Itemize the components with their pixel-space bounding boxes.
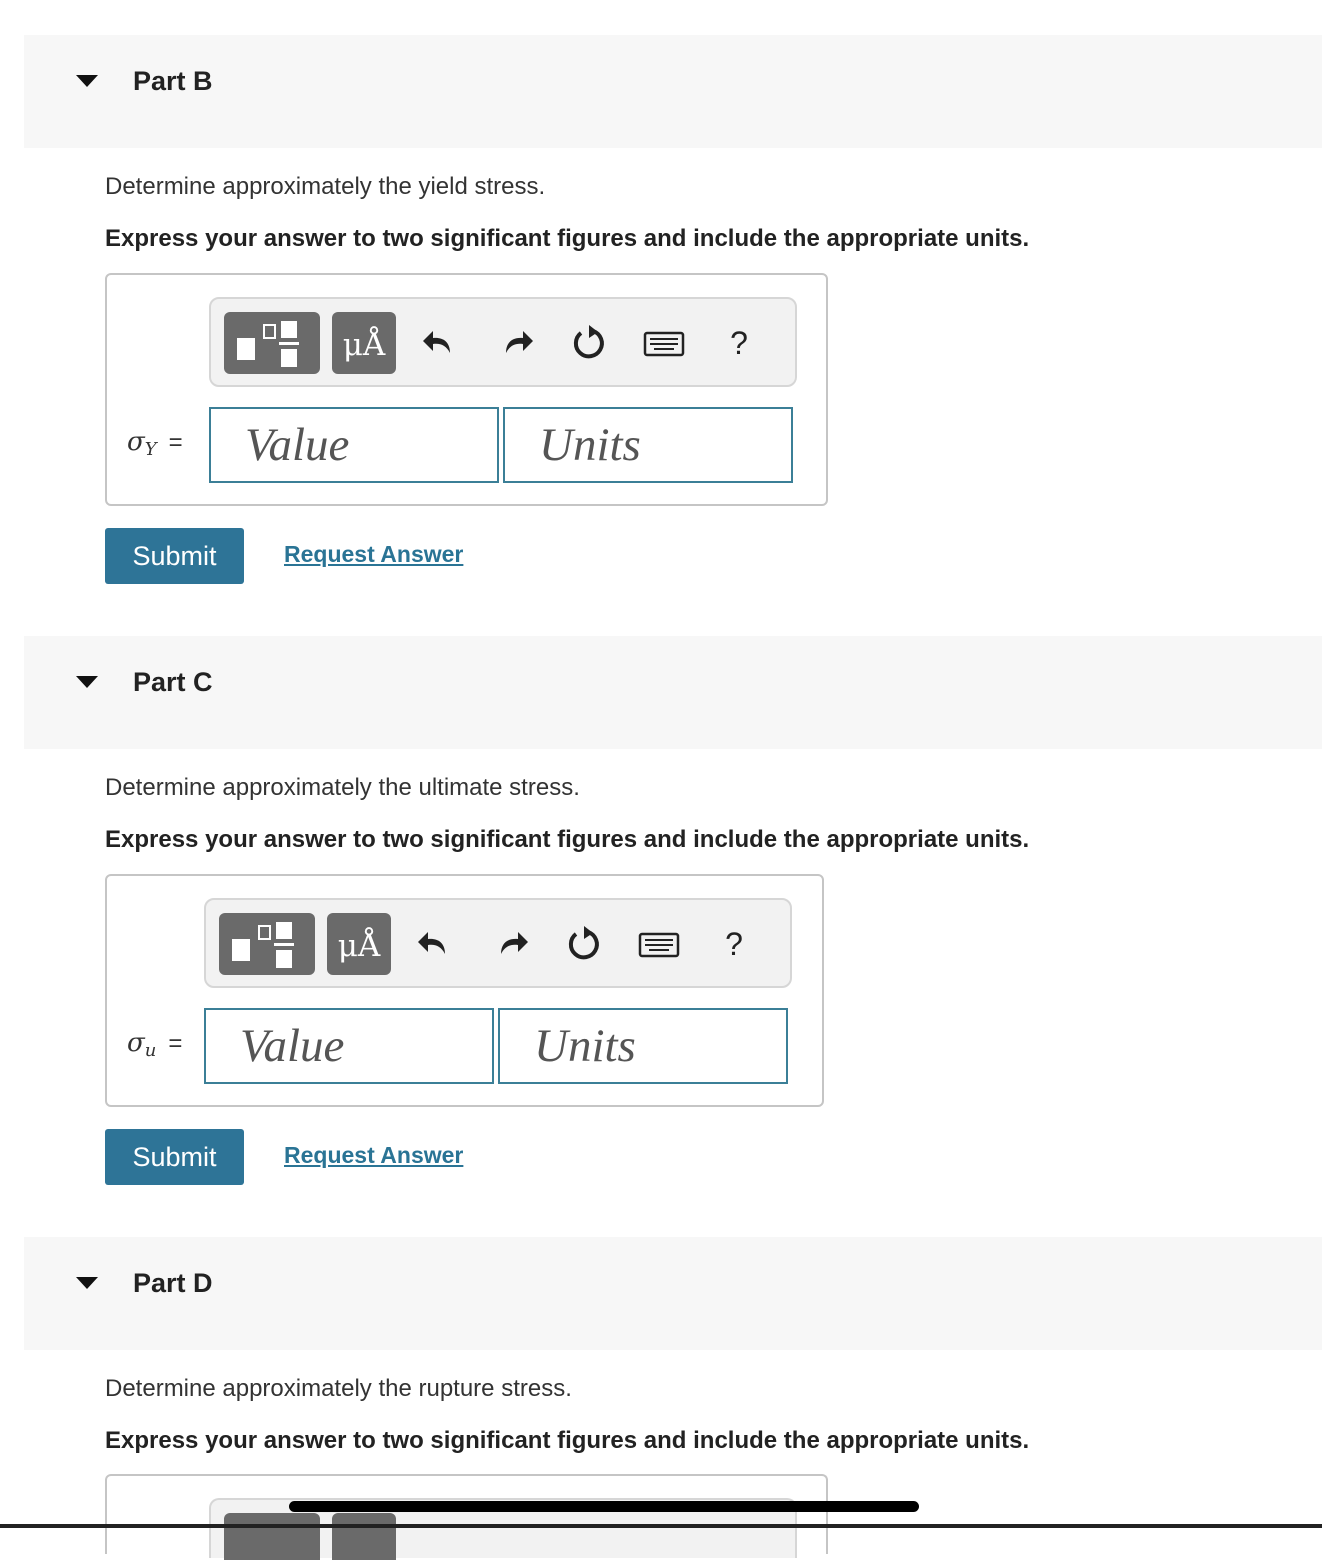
units-input[interactable]: Units bbox=[498, 1008, 788, 1084]
templates-icon bbox=[237, 321, 299, 367]
part-title: Part D bbox=[133, 1268, 213, 1298]
reset-icon[interactable] bbox=[564, 922, 604, 966]
answer-box: μÅ ? σu = Value Units bbox=[105, 874, 824, 1107]
collapse-caret-icon[interactable] bbox=[76, 1277, 98, 1289]
submit-button[interactable]: Submit bbox=[105, 1129, 244, 1185]
equals-sign: = bbox=[168, 429, 183, 456]
variable-label: σY = bbox=[127, 427, 183, 460]
redo-icon[interactable] bbox=[491, 922, 531, 966]
instruction-text: Express your answer to two significant f… bbox=[105, 225, 1030, 252]
value-input[interactable]: Value bbox=[209, 407, 499, 483]
templates-button[interactable] bbox=[224, 312, 320, 374]
templates-button[interactable] bbox=[224, 1513, 320, 1560]
instruction-text: Express your answer to two significant f… bbox=[105, 1427, 1030, 1454]
units-button[interactable] bbox=[332, 1513, 396, 1560]
question-text: Determine approximately the ultimate str… bbox=[105, 774, 580, 801]
collapse-caret-icon[interactable] bbox=[76, 75, 98, 87]
variable-symbol: σ bbox=[127, 427, 145, 457]
part-title: Part B bbox=[133, 66, 213, 96]
request-answer-link[interactable]: Request Answer bbox=[284, 1142, 463, 1169]
units-input[interactable]: Units bbox=[503, 407, 793, 483]
undo-icon[interactable] bbox=[415, 922, 455, 966]
instruction-text: Express your answer to two significant f… bbox=[105, 826, 1030, 853]
variable-symbol: σ bbox=[127, 1028, 145, 1058]
math-toolbar: μÅ ? bbox=[204, 898, 792, 988]
submit-button[interactable]: Submit bbox=[105, 528, 244, 584]
variable-subscript: u bbox=[144, 1040, 157, 1061]
part-c-header[interactable]: Part C bbox=[24, 636, 1322, 749]
redo-icon[interactable] bbox=[496, 321, 536, 365]
math-toolbar: μÅ ? bbox=[209, 297, 797, 387]
part-b-header[interactable]: Part B bbox=[24, 35, 1322, 148]
units-button[interactable]: μÅ bbox=[332, 312, 396, 374]
units-button[interactable]: μÅ bbox=[327, 913, 391, 975]
home-indicator[interactable] bbox=[289, 1501, 919, 1512]
help-icon[interactable]: ? bbox=[719, 321, 759, 365]
question-text: Determine approximately the yield stress… bbox=[105, 173, 546, 200]
question-text: Determine approximately the rupture stre… bbox=[105, 1375, 572, 1402]
keyboard-icon[interactable] bbox=[643, 321, 685, 365]
answer-box: μÅ ? σY = Value Units bbox=[105, 273, 828, 506]
equals-sign: = bbox=[168, 1030, 183, 1057]
variable-subscript: Y bbox=[144, 439, 157, 460]
help-icon[interactable]: ? bbox=[714, 922, 754, 966]
reset-icon[interactable] bbox=[569, 321, 609, 365]
collapse-caret-icon[interactable] bbox=[76, 676, 98, 688]
part-title: Part C bbox=[133, 667, 213, 697]
variable-label: σu = bbox=[127, 1028, 183, 1061]
value-input[interactable]: Value bbox=[204, 1008, 494, 1084]
bottom-divider bbox=[0, 1524, 1322, 1528]
request-answer-link[interactable]: Request Answer bbox=[284, 541, 463, 568]
templates-icon bbox=[232, 922, 294, 968]
undo-icon[interactable] bbox=[420, 321, 460, 365]
answer-box bbox=[105, 1474, 828, 1560]
part-d-header[interactable]: Part D bbox=[24, 1237, 1322, 1350]
keyboard-icon[interactable] bbox=[638, 922, 680, 966]
templates-button[interactable] bbox=[219, 913, 315, 975]
